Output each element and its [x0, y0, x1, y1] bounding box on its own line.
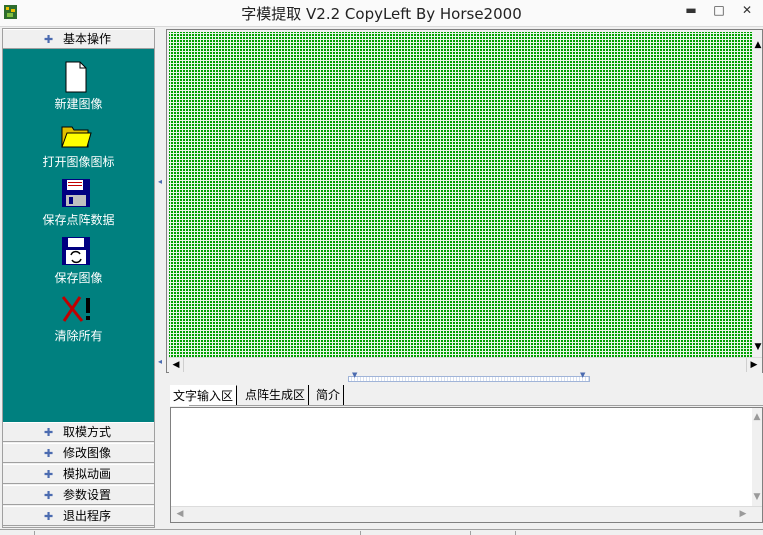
scroll-left-icon[interactable]: ◀ — [173, 507, 187, 521]
collapse-left-icon[interactable]: ◂ — [158, 358, 162, 372]
scroll-down-icon[interactable]: ▼ — [750, 490, 763, 504]
tool-label: 保存图像 — [54, 271, 103, 285]
tool-label: 新建图像 — [54, 97, 103, 111]
tool-clear-all[interactable]: 清除所有 — [3, 293, 154, 349]
canvas-vertical-scrollbar[interactable]: ▲ ▼ — [753, 32, 762, 357]
scroll-left-icon[interactable]: ◀ — [169, 358, 184, 372]
tool-save-image[interactable]: 保存图像 — [3, 235, 154, 291]
close-button[interactable]: ✕ — [739, 3, 755, 17]
section-label: 模拟动画 — [63, 467, 112, 481]
scroll-right-icon[interactable]: ▶ — [736, 507, 750, 521]
minimize-button[interactable]: ▬ — [683, 3, 699, 17]
tab-strip: 文字输入区 点阵生成区 简介 — [170, 385, 763, 407]
plus-icon: ✚ — [44, 33, 54, 46]
title-bar: 字模提取 V2.2 CopyLeft By Horse2000 ▬ □ ✕ — [0, 0, 763, 27]
open-folder-icon — [61, 126, 92, 148]
window-title: 字模提取 V2.2 CopyLeft By Horse2000 — [241, 5, 522, 23]
tab-dot-matrix-output[interactable]: 点阵生成区 — [242, 385, 310, 405]
section-label: 参数设置 — [63, 488, 112, 502]
tool-label: 打开图像图标 — [42, 155, 115, 169]
tab-text-input[interactable]: 文字输入区 — [170, 385, 238, 406]
scroll-right-icon[interactable]: ▶ — [746, 358, 761, 372]
tool-save-dot-matrix[interactable]: 保存点阵数据 — [3, 177, 154, 233]
text-vertical-scrollbar[interactable]: ▲ ▼ — [752, 408, 762, 506]
dot-matrix-canvas[interactable] — [169, 32, 753, 357]
scroll-up-icon[interactable]: ▲ — [751, 38, 763, 52]
horizontal-splitter[interactable]: ▼ ▼ — [166, 371, 763, 384]
tool-new-image[interactable]: 新建图像 — [3, 61, 154, 117]
section-basic-operations[interactable]: ✚ 基本操作 — [3, 29, 154, 49]
section-label: 修改图像 — [63, 446, 112, 460]
plus-icon: ✚ — [44, 426, 54, 439]
vertical-splitter[interactable]: ◂ ◂ — [155, 28, 165, 528]
status-bar — [0, 529, 763, 535]
tool-label: 清除所有 — [54, 329, 103, 343]
scroll-down-icon[interactable]: ▼ — [751, 340, 763, 354]
text-input-frame: ▲ ▼ ◀ ▶ — [170, 407, 763, 523]
collapse-down-icon[interactable]: ▼ — [580, 371, 585, 379]
sidebar: ✚ 基本操作 新建图像 打开图像图标 保存点阵数据 保存图像 清除所有 ✚ 取模… — [2, 28, 155, 528]
tool-pane: 新建图像 打开图像图标 保存点阵数据 保存图像 清除所有 — [3, 49, 154, 422]
maximize-button[interactable]: □ — [711, 3, 727, 17]
plus-icon: ✚ — [44, 510, 54, 523]
status-panel — [515, 531, 516, 535]
new-document-icon — [65, 61, 87, 93]
tab-divider — [189, 405, 763, 406]
section-sampling-mode[interactable]: ✚ 取模方式 — [3, 422, 154, 442]
tool-open-image[interactable]: 打开图像图标 — [3, 119, 154, 175]
collapse-down-icon[interactable]: ▼ — [352, 371, 357, 379]
status-panel — [470, 531, 471, 535]
canvas-horizontal-scrollbar[interactable]: ◀ ▶ — [169, 357, 762, 373]
dot-matrix-canvas-frame: ▲ ▼ ◀ ▶ — [166, 29, 763, 373]
section-label: 取模方式 — [63, 425, 112, 439]
section-settings[interactable]: ✚ 参数设置 — [3, 485, 154, 505]
plus-icon: ✚ — [44, 489, 54, 502]
status-panel — [34, 531, 35, 535]
section-exit[interactable]: ✚ 退出程序 — [3, 506, 154, 526]
section-animation[interactable]: ✚ 模拟动画 — [3, 464, 154, 484]
tool-label: 保存点阵数据 — [42, 213, 115, 227]
save-image-icon — [62, 237, 90, 265]
clear-all-icon — [61, 296, 90, 322]
section-label: 基本操作 — [63, 32, 112, 46]
section-modify-image[interactable]: ✚ 修改图像 — [3, 443, 154, 463]
plus-icon: ✚ — [44, 447, 54, 460]
scroll-up-icon[interactable]: ▲ — [750, 410, 763, 424]
save-dot-matrix-icon — [62, 179, 90, 207]
status-panel — [360, 531, 361, 535]
section-label: 退出程序 — [63, 509, 112, 523]
tab-introduction[interactable]: 简介 — [313, 385, 345, 405]
plus-icon: ✚ — [44, 468, 54, 481]
text-horizontal-scrollbar[interactable]: ◀ ▶ — [171, 506, 762, 522]
collapse-left-icon[interactable]: ◂ — [158, 178, 162, 192]
text-input-area[interactable] — [173, 410, 755, 508]
splitter-grip[interactable] — [348, 376, 590, 382]
